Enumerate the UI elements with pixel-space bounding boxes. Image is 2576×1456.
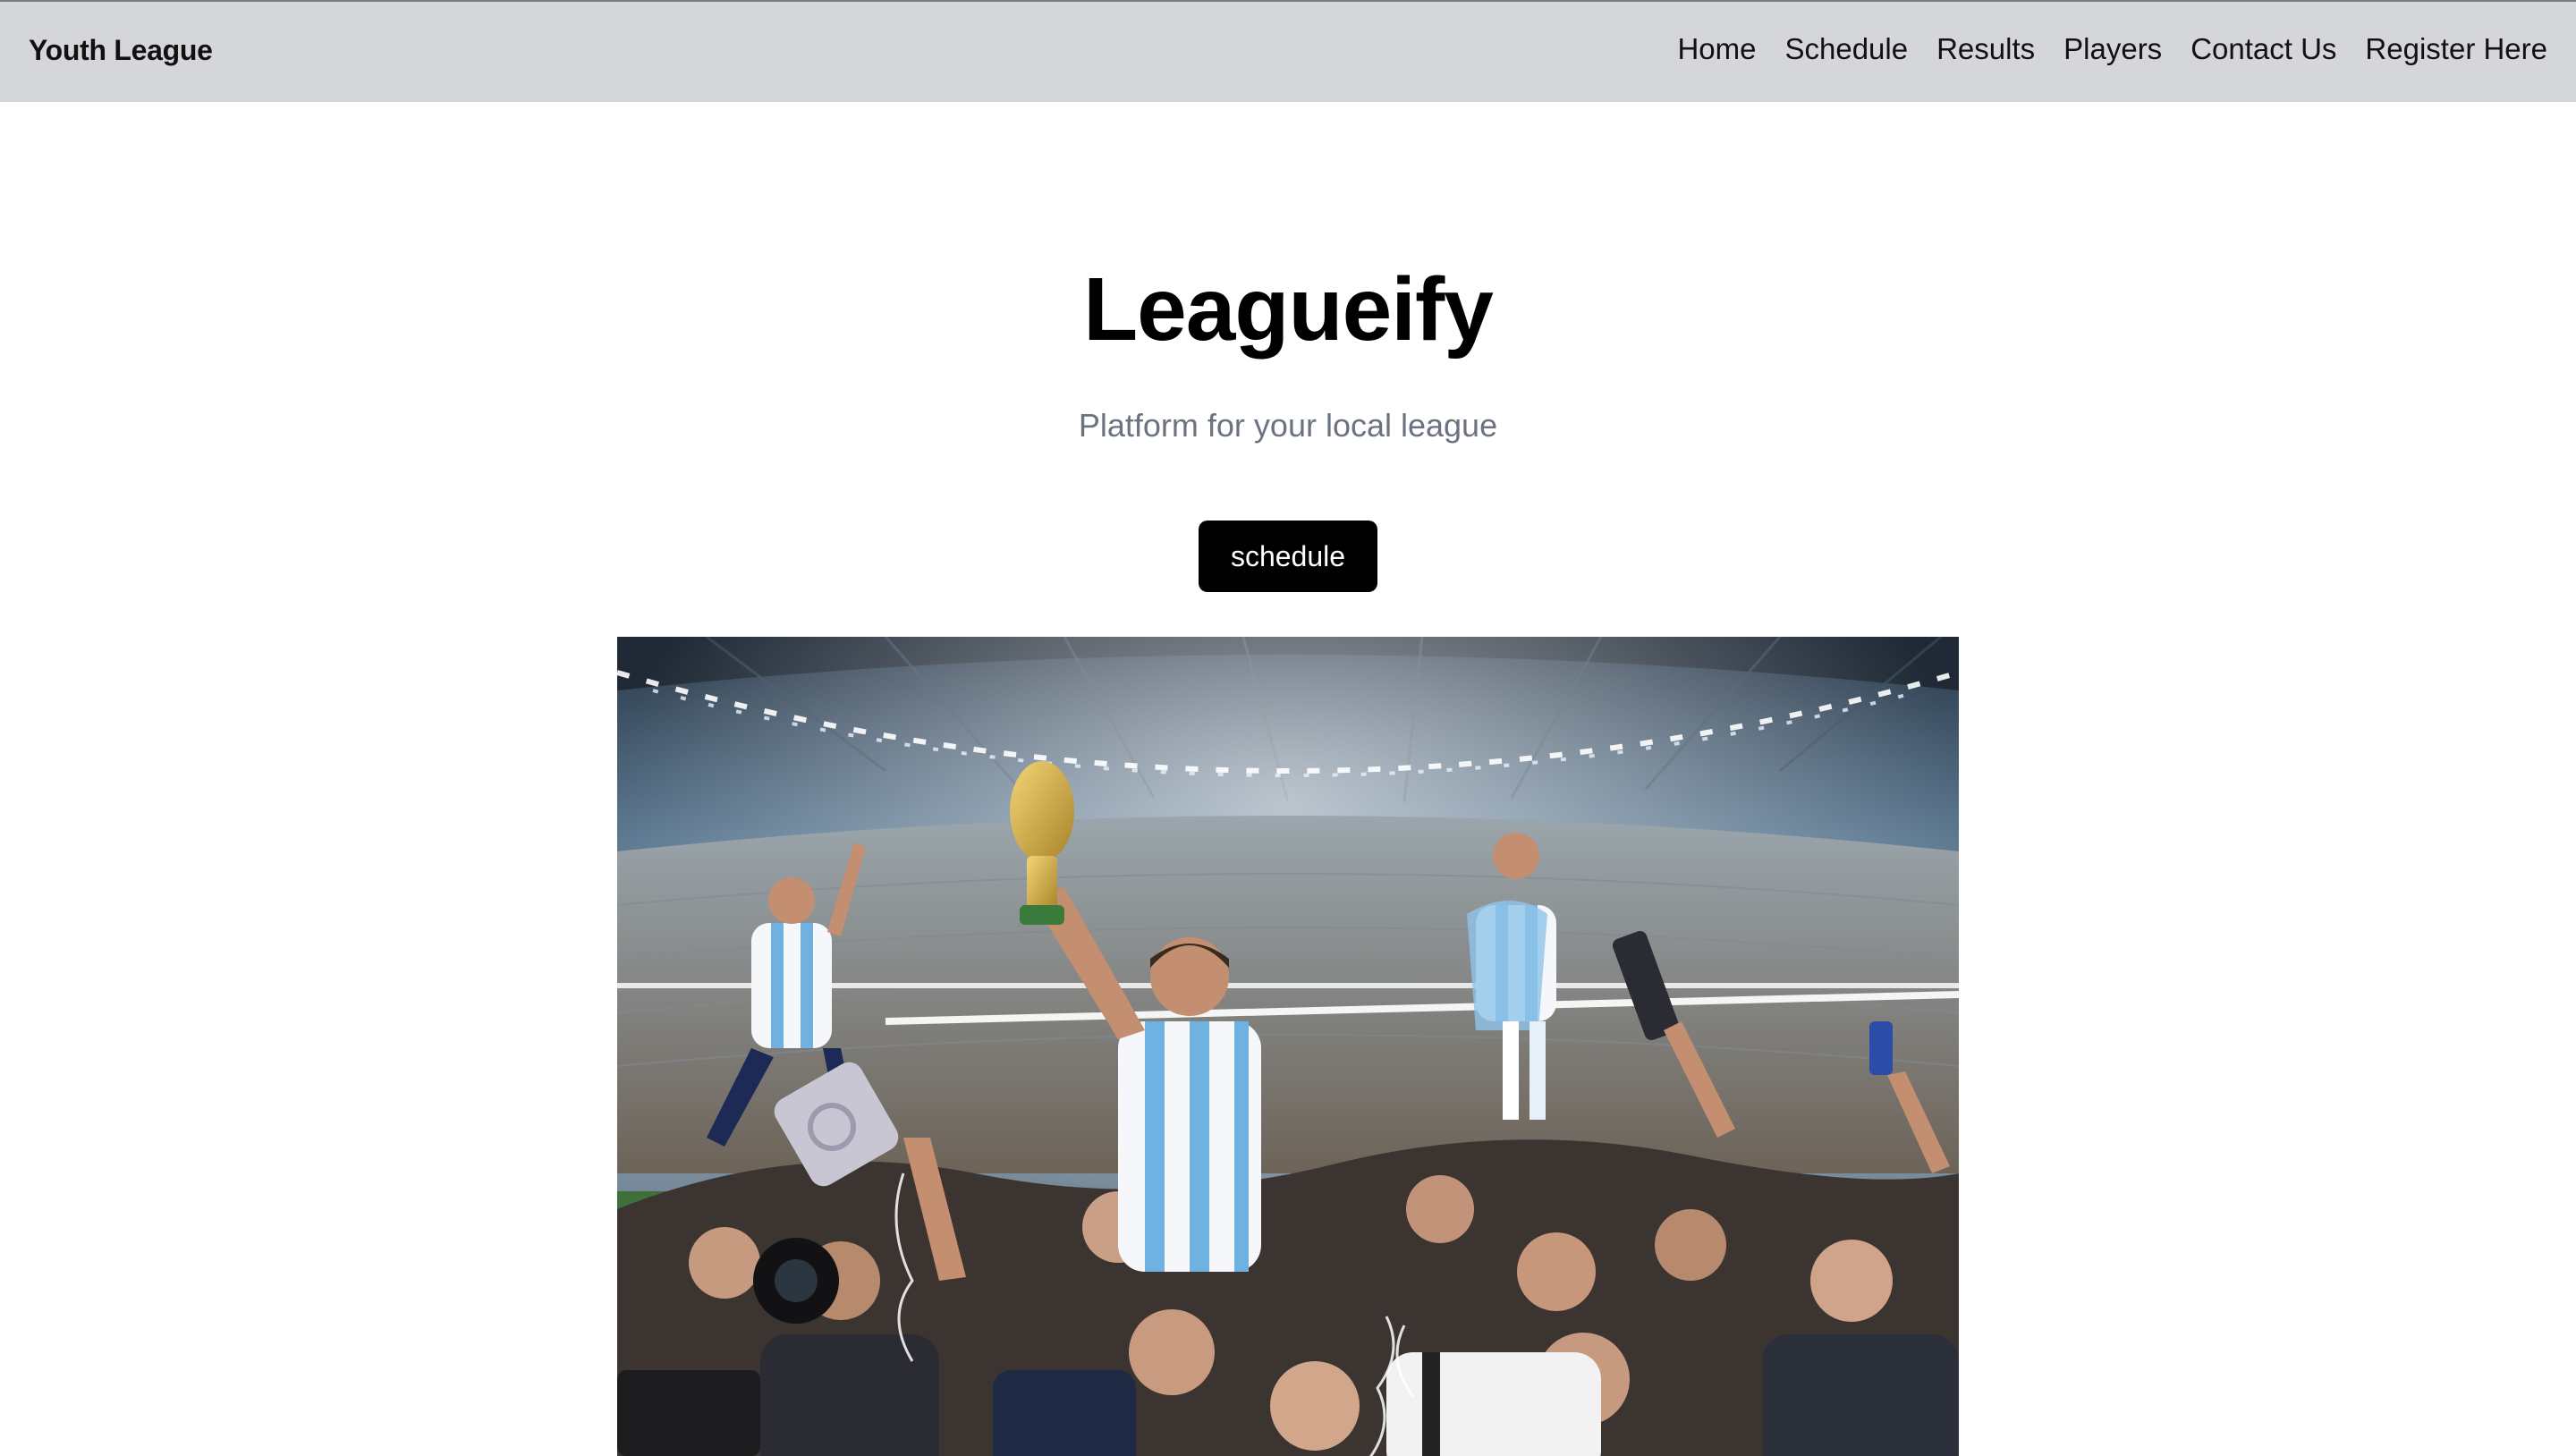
nav-links: Home Schedule Results Players Contact Us… <box>1677 32 2547 66</box>
nav-players-link[interactable]: Players <box>2063 32 2162 66</box>
nav-register-link[interactable]: Register Here <box>2365 32 2547 66</box>
hero-image <box>617 637 1959 1456</box>
schedule-button[interactable]: schedule <box>1199 521 1377 592</box>
top-navbar: Youth League Home Schedule Results Playe… <box>0 0 2576 102</box>
nav-schedule-link[interactable]: Schedule <box>1784 32 1908 66</box>
hero-title: Leagueify <box>1083 259 1494 360</box>
hero-subtitle: Platform for your local league <box>1078 407 1498 444</box>
nav-home-link[interactable]: Home <box>1677 32 1756 66</box>
nav-contact-link[interactable]: Contact Us <box>2190 32 2336 66</box>
celebration-photo <box>617 637 1959 1456</box>
brand-name[interactable]: Youth League <box>29 34 213 67</box>
nav-results-link[interactable]: Results <box>1936 32 2035 66</box>
